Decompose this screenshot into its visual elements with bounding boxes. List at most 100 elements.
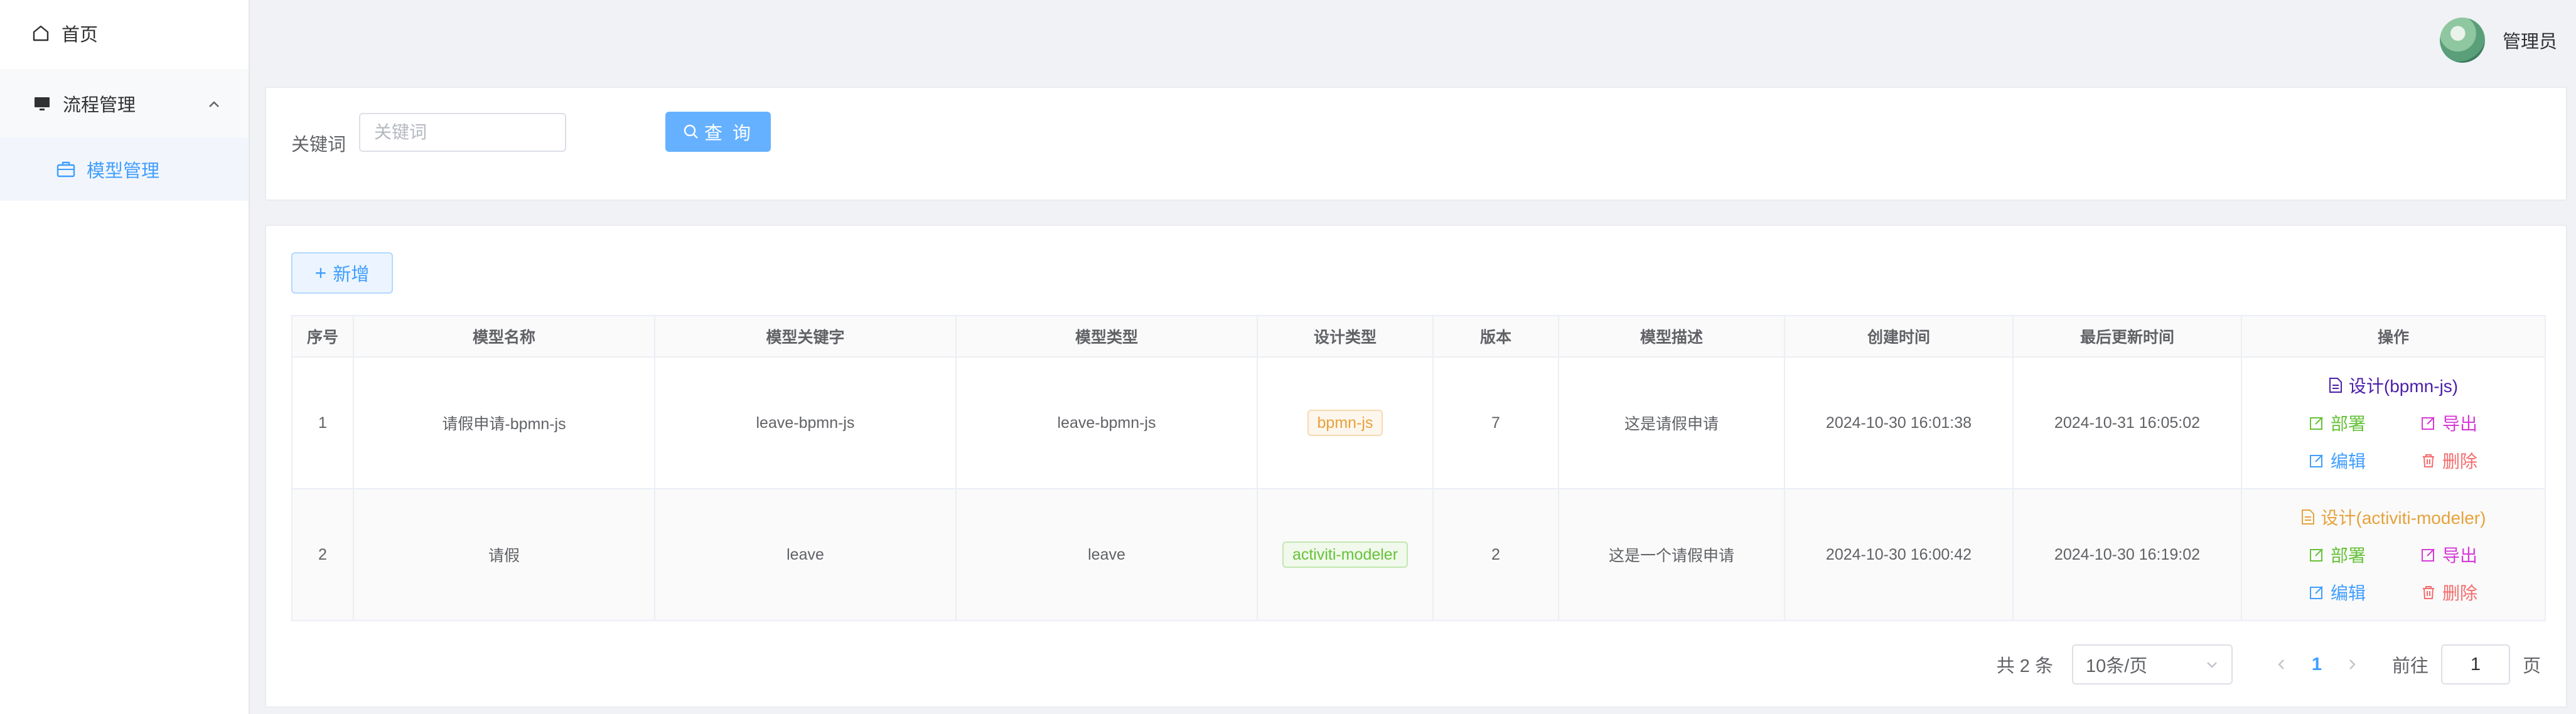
cell-version: 2 [1432, 488, 1559, 621]
document-icon [2301, 509, 2314, 525]
column-header: 序号 [291, 315, 354, 358]
query-button[interactable]: 查 询 [665, 112, 771, 152]
design-button[interactable]: 设计(bpmn-js) [2329, 373, 2458, 398]
cell-created: 2024-10-30 16:00:42 [1784, 488, 2014, 621]
query-button-label: 查 询 [704, 124, 754, 144]
edit-icon [2309, 548, 2323, 562]
add-button[interactable]: + 新增 [291, 252, 393, 294]
edit-icon [2422, 548, 2435, 562]
sidebar-item-home[interactable]: 首页 [0, 0, 249, 67]
column-header: 模型描述 [1558, 315, 1785, 358]
chevron-down-icon [2207, 662, 2217, 668]
edit-icon [2309, 454, 2323, 467]
sidebar-group-label: 流程管理 [63, 95, 136, 115]
page-size-select[interactable]: 10条/页 [2071, 644, 2233, 685]
deploy-label: 部署 [2330, 414, 2366, 434]
trash-icon [2423, 454, 2434, 467]
page-suffix: 页 [2522, 656, 2541, 676]
column-header: 模型关键字 [654, 315, 957, 358]
table-row: 2 请假 leave leave activiti-modeler 2 这是一个… [291, 488, 2546, 621]
design-label: 设计(activiti-modeler) [2321, 508, 2486, 528]
page-number[interactable]: 1 [2299, 654, 2334, 675]
cell-name: 请假 [353, 488, 655, 621]
cell-index: 1 [291, 356, 354, 489]
plus-icon: + [314, 262, 327, 284]
add-button-label: 新增 [333, 265, 370, 285]
design-button[interactable]: 设计(activiti-modeler) [2301, 504, 2486, 530]
cell-description: 这是一个请假申请 [1558, 488, 1785, 621]
home-icon [30, 23, 51, 44]
design-type-tag: activiti-modeler [1282, 541, 1409, 568]
deploy-button[interactable]: 部署 [2309, 410, 2366, 435]
cell-created: 2024-10-30 16:01:38 [1784, 356, 2014, 489]
monitor-icon [31, 93, 53, 114]
delete-button[interactable]: 删除 [2421, 448, 2477, 473]
export-label: 导出 [2442, 414, 2478, 434]
edit-button[interactable]: 编辑 [2309, 448, 2366, 473]
chevron-left-icon [2278, 659, 2284, 669]
export-label: 导出 [2442, 546, 2478, 565]
edit-button[interactable]: 编辑 [2309, 580, 2366, 605]
cell-type: leave-bpmn-js [955, 356, 1258, 489]
delete-label: 删除 [2442, 583, 2478, 603]
cell-actions: 设计(bpmn-js) 部署 导出 编辑 删除 [2241, 356, 2546, 489]
table-row: 1 请假申请-bpmn-js leave-bpmn-js leave-bpmn-… [291, 356, 2546, 489]
sidebar-item-label: 模型管理 [87, 161, 160, 181]
column-header: 模型名称 [353, 315, 655, 358]
edit-icon [2309, 586, 2323, 599]
cell-name: 请假申请-bpmn-js [353, 356, 655, 489]
column-header: 版本 [1432, 315, 1559, 358]
pagination: 共 2 条 10条/页 1 前往 页 [1997, 644, 2541, 685]
delete-button[interactable]: 删除 [2421, 580, 2477, 605]
username: 管理员 [2502, 32, 2557, 52]
column-header: 最后更新时间 [2012, 315, 2242, 358]
edit-label: 编辑 [2330, 583, 2366, 603]
cell-key: leave [654, 488, 957, 621]
cell-index: 2 [291, 488, 354, 621]
table-header-row: 序号 模型名称 模型关键字 模型类型 设计类型 版本 模型描述 创建时间 最后更… [291, 315, 2546, 358]
table-panel: + 新增 序号 模型名称 模型关键字 模型类型 设计类型 版本 模型描述 创建时… [265, 225, 2567, 708]
cell-description: 这是请假申请 [1558, 356, 1785, 489]
chevron-right-icon [2349, 659, 2356, 669]
cell-key: leave-bpmn-js [654, 356, 957, 489]
model-table: 序号 模型名称 模型关键字 模型类型 设计类型 版本 模型描述 创建时间 最后更… [291, 315, 2546, 621]
export-button[interactable]: 导出 [2421, 542, 2477, 567]
trash-icon [2423, 586, 2434, 599]
cell-type: leave [955, 488, 1258, 621]
page-size-value: 10条/页 [2085, 656, 2148, 676]
column-header: 模型类型 [955, 315, 1258, 358]
search-icon [684, 124, 698, 139]
deploy-button[interactable]: 部署 [2309, 542, 2366, 567]
document-icon [2329, 378, 2342, 393]
sidebar-item-model[interactable]: 模型管理 [0, 138, 249, 201]
goto-page-input[interactable] [2440, 644, 2510, 685]
column-header: 设计类型 [1257, 315, 1434, 358]
column-header: 操作 [2241, 315, 2546, 358]
edit-icon [2309, 417, 2323, 430]
sidebar-group-process[interactable]: 流程管理 [0, 69, 249, 138]
total-count: 共 2 条 [1996, 656, 2053, 676]
column-header: 创建时间 [1784, 315, 2014, 358]
cell-actions: 设计(activiti-modeler) 部署 导出 编辑 删除 [2241, 488, 2546, 621]
edit-label: 编辑 [2330, 452, 2366, 471]
user-menu[interactable]: 管理员 [2439, 18, 2557, 63]
sidebar: 首页 流程管理 模型管理 [0, 0, 250, 714]
cell-design-type: bpmn-js [1257, 356, 1434, 489]
keyword-label: 关键词 [291, 135, 346, 155]
search-panel: 关键词 查 询 [265, 87, 2567, 201]
avatar [2439, 18, 2485, 63]
prev-page-button[interactable] [2264, 658, 2299, 671]
cell-updated: 2024-10-30 16:19:02 [2012, 488, 2242, 621]
delete-label: 删除 [2442, 452, 2478, 471]
goto-label: 前往 [2391, 656, 2428, 676]
briefcase-icon [55, 159, 77, 180]
sidebar-item-label: 首页 [62, 25, 99, 45]
keyword-input[interactable] [359, 113, 566, 152]
cell-version: 7 [1432, 356, 1559, 489]
design-label: 设计(bpmn-js) [2348, 376, 2459, 396]
export-button[interactable]: 导出 [2421, 410, 2477, 435]
cell-design-type: activiti-modeler [1257, 488, 1434, 621]
design-type-tag: bpmn-js [1307, 410, 1383, 436]
next-page-button[interactable] [2334, 658, 2369, 671]
goto-page: 前往 页 [2392, 644, 2541, 685]
